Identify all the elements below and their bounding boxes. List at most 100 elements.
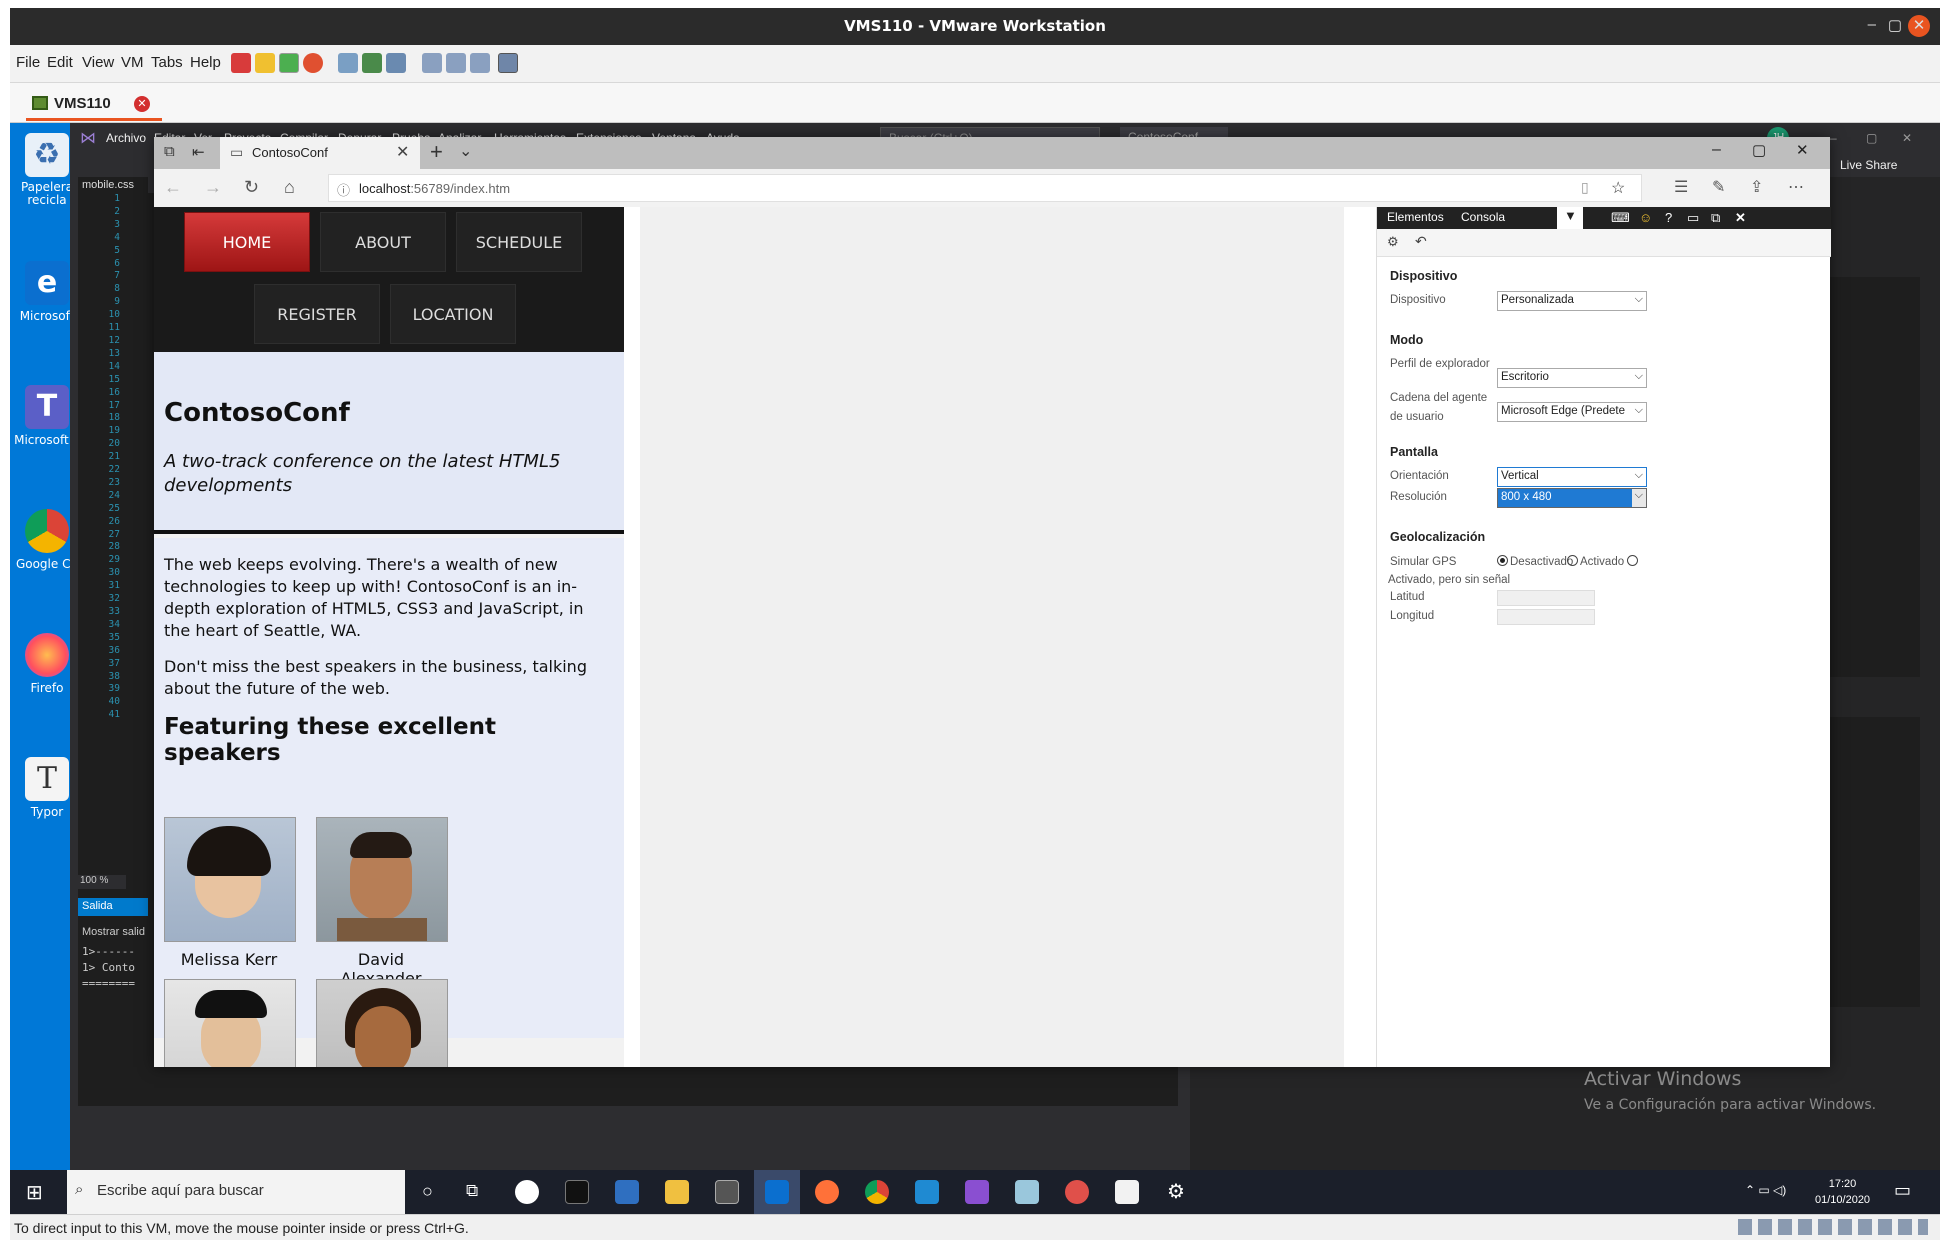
more-icon[interactable]: ⋯: [1788, 177, 1804, 197]
file-explorer-icon[interactable]: [665, 1180, 689, 1204]
app-icon[interactable]: [1065, 1180, 1089, 1204]
address-input[interactable]: ⓘ localhost:56789/index.htm ▯ ☆: [328, 174, 1642, 202]
suspend-icon[interactable]: [255, 53, 275, 73]
system-tray-icons[interactable]: ⌃ ▭ ◁): [1745, 1183, 1786, 1197]
tab-elements[interactable]: Elementos: [1387, 210, 1444, 224]
powershell-icon[interactable]: [615, 1180, 639, 1204]
help-icon[interactable]: ?: [1665, 210, 1672, 225]
nav-schedule[interactable]: SCHEDULE: [456, 212, 582, 272]
speaker-card[interactable]: Melissa Kerr: [164, 817, 296, 969]
tab-emulation[interactable]: ▼: [1557, 207, 1583, 229]
reset-icon[interactable]: ↶: [1415, 233, 1427, 250]
pen-icon[interactable]: ✎: [1712, 177, 1725, 197]
vscode-icon[interactable]: [915, 1180, 939, 1204]
task-view-icon[interactable]: ⧉: [466, 1181, 478, 1201]
vs-minimize-button[interactable]: –: [1830, 131, 1837, 145]
minimize-button[interactable]: –: [1868, 16, 1876, 33]
app-icon[interactable]: [1015, 1180, 1039, 1204]
zoom-level[interactable]: 100 %: [78, 875, 126, 889]
back-icon[interactable]: ←: [164, 177, 182, 198]
gps-radio-nosignal[interactable]: [1627, 553, 1640, 572]
maximize-button[interactable]: ▢: [1888, 16, 1902, 34]
close-button[interactable]: ✕: [1908, 15, 1930, 37]
live-share-button[interactable]: Live Share: [1840, 158, 1897, 172]
browser-profile-select[interactable]: Escritorio ⌵: [1497, 368, 1647, 388]
reading-view-icon[interactable]: ▯: [1581, 179, 1589, 196]
terminal-icon[interactable]: [565, 1180, 589, 1204]
set-aside-tabs-icon[interactable]: ⇤: [192, 143, 205, 161]
taskbar-clock[interactable]: 17:20 01/10/2020: [1815, 1176, 1870, 1208]
firefox-icon[interactable]: [815, 1180, 839, 1204]
latitude-input[interactable]: [1497, 590, 1595, 606]
reset-icon[interactable]: [303, 53, 323, 73]
menu-file[interactable]: File: [16, 54, 40, 71]
sidebar-toggle-icon[interactable]: [422, 53, 442, 73]
feedback-smile-icon[interactable]: ☺: [1639, 210, 1652, 225]
snapshot-icon[interactable]: [338, 53, 358, 73]
favorites-icon[interactable]: ☰: [1674, 177, 1688, 197]
speaker-card[interactable]: David Alexander: [316, 817, 448, 988]
close-tab-icon[interactable]: ✕: [134, 96, 150, 112]
edge-minimize-button[interactable]: –: [1712, 141, 1721, 159]
device-status-icons[interactable]: [1738, 1219, 1928, 1235]
windows-start-icon[interactable]: ⊞: [26, 1180, 43, 1205]
vs-close-button[interactable]: ✕: [1902, 131, 1912, 145]
edge-icon[interactable]: [765, 1180, 789, 1204]
snapshot-manager-icon[interactable]: [386, 53, 406, 73]
gps-radio-on[interactable]: Activado: [1567, 553, 1624, 572]
share-icon[interactable]: ⇪: [1750, 177, 1763, 197]
vm-tab[interactable]: VMS110 ✕: [26, 87, 162, 121]
vs-maximize-button[interactable]: ▢: [1866, 131, 1877, 145]
speaker-card[interactable]: [164, 979, 296, 1067]
chrome-icon[interactable]: [865, 1180, 889, 1204]
nav-register[interactable]: REGISTER: [254, 284, 380, 344]
gps-radio-off[interactable]: Desactivado: [1497, 553, 1573, 572]
store-icon[interactable]: [715, 1180, 739, 1204]
tab-console[interactable]: Consola: [1461, 210, 1505, 224]
user-agent-select[interactable]: Microsoft Edge (Predete ⌵: [1497, 402, 1647, 422]
visual-studio-icon[interactable]: [965, 1180, 989, 1204]
settings-icon[interactable]: ⚙: [1167, 1179, 1185, 1204]
browser-tab[interactable]: ▭ ContosoConf ✕: [220, 137, 420, 169]
resolution-select[interactable]: 800 x 480 ⌵: [1497, 488, 1647, 508]
typora-icon[interactable]: [1115, 1180, 1139, 1204]
nav-location[interactable]: LOCATION: [390, 284, 516, 344]
edge-close-button[interactable]: ✕: [1796, 141, 1809, 159]
menu-help[interactable]: Help: [190, 54, 221, 71]
refresh-icon[interactable]: ↻: [244, 177, 259, 198]
chevron-down-icon[interactable]: ⌄: [459, 141, 472, 161]
speaker-card[interactable]: [316, 979, 448, 1067]
undock-icon[interactable]: ⧉: [1711, 210, 1720, 226]
dock-icon[interactable]: ▭: [1687, 210, 1699, 226]
power-off-icon[interactable]: [231, 53, 251, 73]
vs-menu-archivo[interactable]: Archivo: [106, 131, 146, 145]
notifications-icon[interactable]: ▭: [1894, 1180, 1911, 1201]
favorite-star-icon[interactable]: ☆: [1611, 178, 1625, 198]
revert-snapshot-icon[interactable]: [362, 53, 382, 73]
home-icon[interactable]: ⌂: [284, 177, 295, 198]
play-icon[interactable]: [279, 53, 299, 73]
devtools-close-icon[interactable]: ✕: [1735, 210, 1746, 226]
menu-vm[interactable]: VM: [121, 54, 144, 71]
taskbar-search-input[interactable]: ⌕ Escribe aquí para buscar: [67, 1170, 405, 1214]
output-panel-tab[interactable]: Salida: [78, 898, 148, 916]
app-icon[interactable]: [515, 1180, 539, 1204]
menu-view[interactable]: View: [82, 54, 114, 71]
nav-home[interactable]: HOME: [184, 212, 310, 272]
close-tab-icon[interactable]: ✕: [396, 142, 409, 162]
forward-icon[interactable]: →: [204, 177, 222, 198]
tab-actions-icon[interactable]: ⧉: [164, 143, 175, 160]
new-tab-icon[interactable]: +: [430, 139, 443, 165]
settings-icon[interactable]: ⚙: [1387, 234, 1399, 250]
console-view-icon[interactable]: [446, 53, 466, 73]
cortana-icon[interactable]: ○: [422, 1181, 433, 1202]
menu-edit[interactable]: Edit: [47, 54, 73, 71]
edge-maximize-button[interactable]: ▢: [1752, 141, 1766, 159]
fullscreen-icon[interactable]: [498, 53, 518, 73]
console-icon[interactable]: ⌨: [1611, 210, 1630, 226]
orientation-select[interactable]: Vertical ⌵: [1497, 467, 1647, 487]
unity-icon[interactable]: [470, 53, 490, 73]
device-select[interactable]: Personalizada ⌵: [1497, 291, 1647, 311]
nav-about[interactable]: ABOUT: [320, 212, 446, 272]
longitude-input[interactable]: [1497, 609, 1595, 625]
